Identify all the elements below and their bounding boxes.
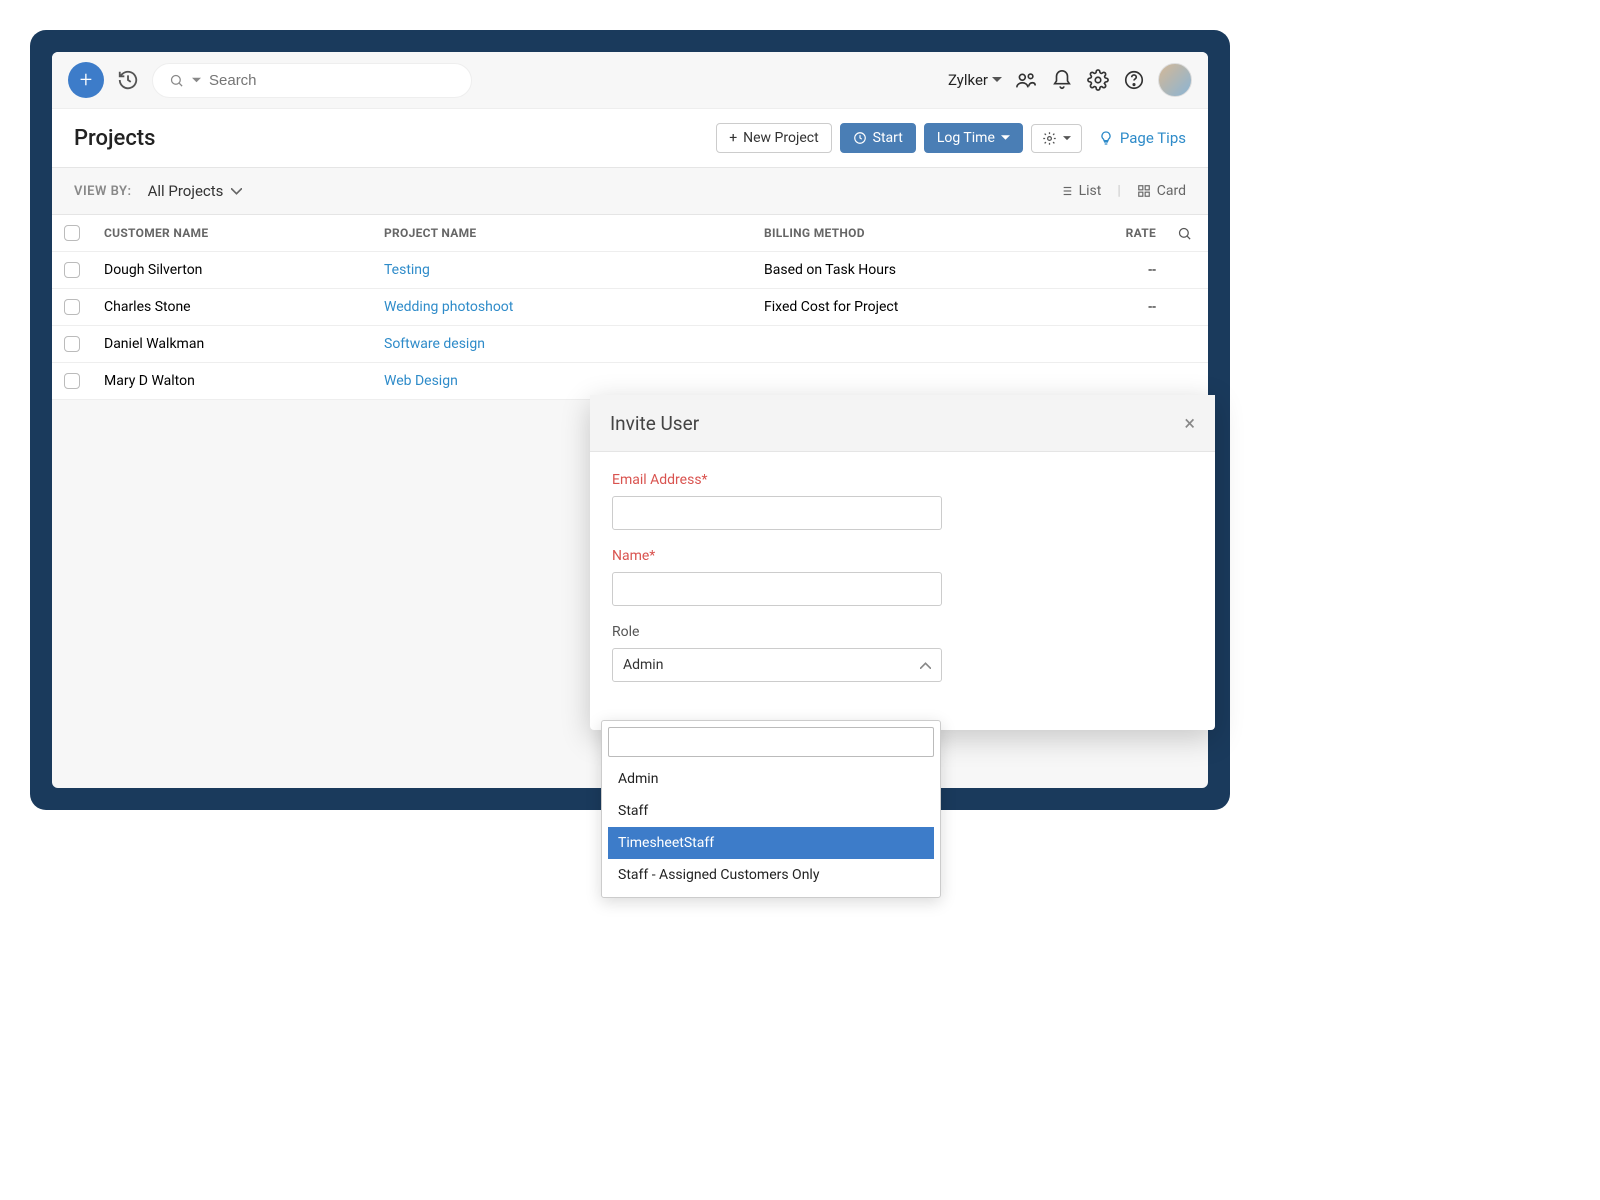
table-search-button[interactable] [1164,226,1204,241]
list-icon [1059,184,1073,198]
viewby-label: VIEW BY: [74,184,132,199]
search-icon [1177,226,1192,241]
chevron-down-icon[interactable] [192,76,201,85]
table-row[interactable]: Dough SilvertonTestingBased on Task Hour… [52,252,1208,289]
grid-icon [1137,184,1151,198]
viewby-filter-label: All Projects [148,182,224,200]
row-checkbox[interactable] [64,299,80,315]
role-label: Role [612,624,1193,640]
start-label: Start [873,130,903,146]
clock-icon [853,131,867,145]
view-toggle: List | Card [1059,183,1186,199]
role-select[interactable]: Admin [612,648,942,682]
chevron-up-icon [920,662,931,669]
role-selected-label: Admin [623,657,663,673]
view-list-label: List [1079,183,1102,199]
bell-icon[interactable] [1050,68,1074,92]
divider: | [1117,183,1120,199]
page-tips-link[interactable]: Page Tips [1098,129,1186,147]
cell-billing: Based on Task Hours [764,262,1044,278]
row-checkbox[interactable] [64,262,80,278]
email-label: Email Address* [612,472,1193,488]
view-list-button[interactable]: List [1059,183,1102,199]
org-switcher[interactable]: Zylker [948,71,1002,89]
close-icon[interactable]: × [1184,411,1195,435]
col-billing[interactable]: BILLING METHOD [764,226,1044,240]
cell-customer: Dough Silverton [104,262,384,278]
global-search[interactable] [152,63,472,98]
col-project[interactable]: PROJECT NAME [384,226,764,240]
role-option[interactable]: Staff - Assigned Customers Only [608,859,934,891]
settings-dropdown-button[interactable] [1031,124,1082,153]
table-row[interactable]: Charles StoneWedding photoshootFixed Cos… [52,289,1208,326]
gear-icon [1042,131,1057,146]
email-field[interactable] [612,496,942,530]
gear-icon[interactable] [1086,68,1110,92]
search-input[interactable] [209,72,455,89]
org-name-label: Zylker [948,71,988,89]
name-field[interactable] [612,572,942,606]
cell-customer: Daniel Walkman [104,336,384,352]
viewbar: VIEW BY: All Projects List | Card [52,167,1208,215]
role-option[interactable]: Staff [608,795,934,827]
view-card-button[interactable]: Card [1137,183,1186,199]
name-label: Name* [612,548,1193,564]
chevron-down-icon [992,77,1002,83]
select-all-checkbox[interactable] [64,225,80,241]
plus-icon: + [729,130,737,146]
search-icon [169,73,184,88]
cell-billing: Fixed Cost for Project [764,299,1044,315]
cell-project-link[interactable]: Wedding photoshoot [384,299,764,315]
col-rate[interactable]: RATE [1044,226,1164,240]
view-card-label: Card [1157,183,1186,199]
modal-body: Email Address* Name* Role Admin [590,452,1215,730]
viewby-filter[interactable]: All Projects [148,182,243,200]
users-icon[interactable] [1014,68,1038,92]
modal-header: Invite User × [590,395,1215,452]
modal-title: Invite User [610,412,699,435]
new-project-button[interactable]: + New Project [716,123,831,153]
new-project-label: New Project [743,130,819,146]
projects-table: CUSTOMER NAME PROJECT NAME BILLING METHO… [52,215,1208,400]
start-button[interactable]: Start [840,123,916,153]
log-time-label: Log Time [937,130,995,146]
col-customer[interactable]: CUSTOMER NAME [104,226,384,240]
cell-customer: Mary D Walton [104,373,384,389]
table-row[interactable]: Daniel WalkmanSoftware design [52,326,1208,363]
cell-rate: -- [1044,262,1164,278]
chevron-down-icon [231,188,242,195]
cell-customer: Charles Stone [104,299,384,315]
log-time-button[interactable]: Log Time [924,123,1023,153]
role-option[interactable]: Admin [608,763,934,795]
recent-icon[interactable] [116,68,140,92]
help-icon[interactable] [1122,68,1146,92]
role-option[interactable]: TimesheetStaff [608,827,934,859]
topbar: + Zylker [52,52,1208,108]
row-checkbox[interactable] [64,373,80,389]
role-dropdown: AdminStaffTimesheetStaffStaff - Assigned… [601,720,941,898]
role-dropdown-search[interactable] [608,727,934,757]
cell-project-link[interactable]: Web Design [384,373,764,389]
cell-project-link[interactable]: Testing [384,262,764,278]
bulb-icon [1098,130,1114,146]
table-header: CUSTOMER NAME PROJECT NAME BILLING METHO… [52,215,1208,252]
row-checkbox[interactable] [64,336,80,352]
avatar[interactable] [1158,63,1192,97]
invite-user-modal: Invite User × Email Address* Name* Role … [590,395,1215,730]
global-add-button[interactable]: + [68,62,104,98]
page-header: Projects + New Project Start Log Time [52,108,1208,167]
chevron-down-icon [1063,136,1071,141]
cell-project-link[interactable]: Software design [384,336,764,352]
chevron-down-icon [1001,135,1010,141]
page-tips-label: Page Tips [1120,129,1186,147]
page-title: Projects [74,126,155,151]
cell-rate: -- [1044,299,1164,315]
